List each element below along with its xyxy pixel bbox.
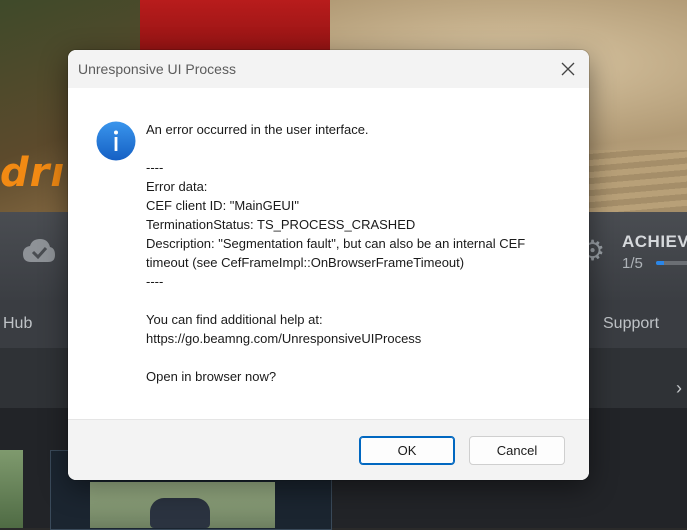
help-intro: You can find additional help at: xyxy=(146,312,323,327)
background-logo: drı xyxy=(0,150,66,196)
error-data-heading: Error data: xyxy=(146,179,208,194)
cancel-button[interactable]: Cancel xyxy=(469,436,565,465)
dialog-footer: OK Cancel xyxy=(68,419,589,480)
nav-support[interactable]: Support xyxy=(603,315,659,333)
chevron-right-icon[interactable]: › xyxy=(676,378,682,399)
nav-hub[interactable]: Hub xyxy=(3,315,32,333)
message-separator: ---- xyxy=(146,274,164,289)
termination-line: TerminationStatus: TS_PROCESS_CRASHED xyxy=(146,217,416,232)
dialog-message: An error occurred in the user interface.… xyxy=(146,120,566,386)
help-url: https://go.beamng.com/UnresponsiveUIProc… xyxy=(146,331,422,346)
achievements-progress-fill xyxy=(656,261,664,265)
close-button[interactable] xyxy=(553,54,583,84)
dialog-title: Unresponsive UI Process xyxy=(78,61,236,77)
thumbnail-left[interactable] xyxy=(0,450,23,528)
error-dialog: Unresponsive UI Process An error occurre… xyxy=(68,50,589,480)
open-question: Open in browser now? xyxy=(146,369,277,384)
dialog-titlebar[interactable]: Unresponsive UI Process xyxy=(68,50,589,88)
message-line: An error occurred in the user interface. xyxy=(146,122,369,137)
description-line: Description: "Segmentation fault", but c… xyxy=(146,236,526,270)
client-id-line: CEF client ID: "MainGEUI" xyxy=(146,198,299,213)
info-icon xyxy=(96,121,136,161)
ok-button[interactable]: OK xyxy=(359,436,455,465)
achievements-count: 1/5 xyxy=(622,255,643,272)
message-separator: ---- xyxy=(146,160,164,175)
close-icon xyxy=(561,62,575,76)
cloud-check-icon xyxy=(23,239,55,262)
thumbnail-car xyxy=(150,498,210,528)
achievements-label[interactable]: ACHIEV xyxy=(622,232,687,252)
achievements-progress-bar xyxy=(656,261,687,265)
